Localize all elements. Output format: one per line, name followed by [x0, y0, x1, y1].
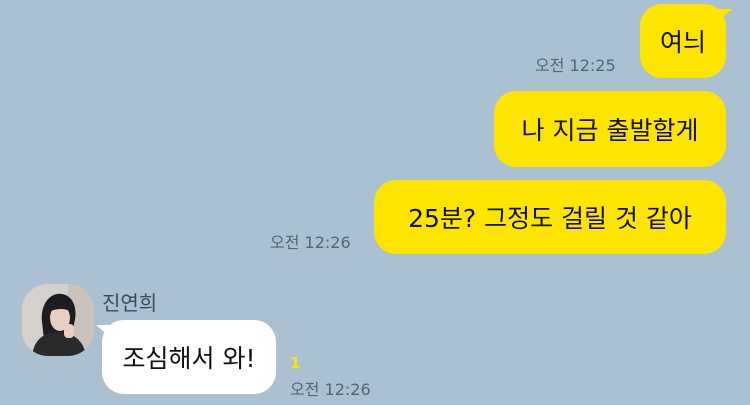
unread-count: 1 [290, 354, 301, 372]
message-2-bubble[interactable]: 나 지금 출발할게 [494, 91, 726, 167]
avatar-image [22, 284, 94, 356]
message-1-bubble[interactable]: 여늬 [640, 4, 726, 78]
message-3-text: 25분? 그정도 걸릴 것 같아 [408, 204, 692, 233]
message-3-time: 오전 12:26 [270, 233, 351, 252]
sender-name: 진연희 [102, 291, 158, 315]
profile-photo-avatar[interactable] [22, 284, 94, 356]
reply-bubble[interactable]: 조심해서 와! [102, 320, 276, 394]
reply-text: 조심해서 와! [122, 344, 256, 373]
reply-time: 오전 12:26 [290, 380, 371, 399]
message-1-text: 여늬 [659, 28, 706, 57]
message-1-tail [718, 9, 732, 21]
message-2-text: 나 지금 출발할게 [521, 116, 699, 145]
message-3-bubble[interactable]: 25분? 그정도 걸릴 것 같아 [374, 180, 726, 254]
message-1-time: 오전 12:25 [535, 56, 616, 75]
reply-tail [96, 325, 110, 337]
